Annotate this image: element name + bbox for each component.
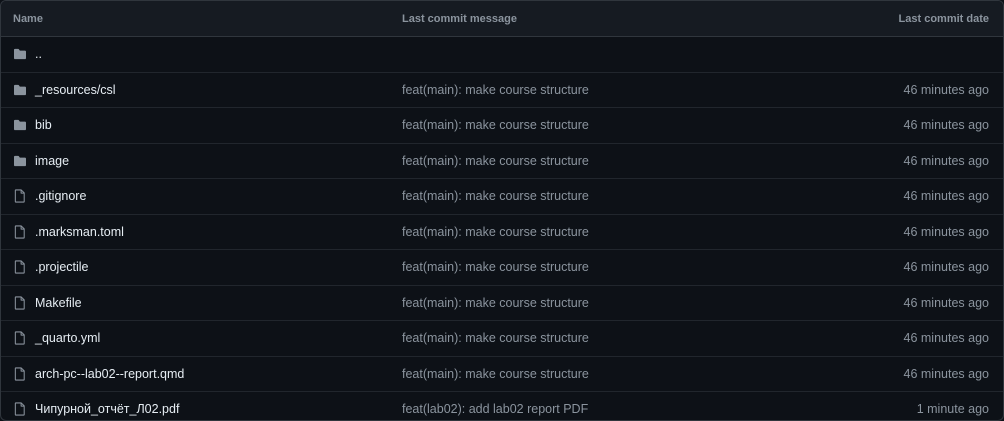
file-icon (13, 402, 27, 416)
table-row[interactable]: _quarto.yml feat(main): make course stru… (1, 321, 1003, 357)
commit-message-link[interactable]: feat(main): make course structure (402, 189, 803, 203)
table-row[interactable]: image feat(main): make course structure … (1, 144, 1003, 179)
commit-date: 46 minutes ago (903, 295, 989, 310)
file-name-link[interactable]: arch-pc--lab02--report.qmd (35, 367, 184, 381)
folder-icon (13, 83, 27, 97)
commit-message-link[interactable]: feat(main): make course structure (402, 296, 803, 310)
table-row[interactable]: Makefile feat(main): make course structu… (1, 286, 1003, 321)
file-name-link[interactable]: _resources/csl (35, 83, 116, 97)
commit-message-link[interactable]: feat(main): make course structure (402, 83, 803, 97)
commit-date: 46 minutes ago (903, 260, 989, 275)
table-row[interactable]: arch-pc--lab02--report.qmd feat(main): m… (1, 357, 1003, 392)
file-name-link[interactable]: bib (35, 118, 52, 132)
header-commit-message: Last commit message (402, 12, 517, 25)
commit-date: 46 minutes ago (903, 366, 989, 381)
file-list-table: Name Last commit message Last commit dat… (0, 0, 1004, 421)
commit-date: 46 minutes ago (903, 82, 989, 97)
file-name-link[interactable]: .projectile (35, 260, 89, 274)
folder-icon (13, 118, 27, 132)
file-name-link[interactable]: Чипурной_отчёт_Л02.pdf (35, 402, 179, 416)
table-row[interactable]: .gitignore feat(main): make course struc… (1, 179, 1003, 215)
table-row[interactable]: .projectile feat(main): make course stru… (1, 250, 1003, 286)
table-row[interactable]: .. (1, 37, 1003, 73)
file-icon (13, 296, 27, 310)
commit-message-link[interactable]: feat(main): make course structure (402, 367, 803, 381)
commit-date: 46 minutes ago (903, 118, 989, 133)
file-name-link[interactable]: .marksman.toml (35, 225, 124, 239)
file-name-link[interactable]: Makefile (35, 296, 82, 310)
file-name-link[interactable]: image (35, 154, 69, 168)
commit-date: 46 minutes ago (903, 224, 989, 239)
commit-date: 46 minutes ago (903, 189, 989, 204)
commit-message-link[interactable]: feat(main): make course structure (402, 225, 803, 239)
file-name-link[interactable]: _quarto.yml (35, 331, 100, 345)
file-icon (13, 260, 27, 274)
table-row[interactable]: _resources/csl feat(main): make course s… (1, 73, 1003, 108)
commit-message-link[interactable]: feat(main): make course structure (402, 331, 803, 345)
commit-message-link[interactable]: feat(lab02): add lab02 report PDF (402, 402, 803, 416)
commit-message-link[interactable]: feat(main): make course structure (402, 154, 803, 168)
table-row[interactable]: .marksman.toml feat(main): make course s… (1, 215, 1003, 250)
file-name-link[interactable]: .gitignore (35, 189, 86, 203)
header-name: Name (13, 12, 43, 25)
table-row[interactable]: bib feat(main): make course structure 46… (1, 108, 1003, 144)
folder-icon (13, 154, 27, 168)
file-name-link[interactable]: .. (35, 47, 42, 61)
table-row[interactable]: Чипурной_отчёт_Л02.pdf feat(lab02): add … (1, 392, 1003, 420)
file-icon (13, 189, 27, 203)
file-icon (13, 367, 27, 381)
commit-message-link[interactable]: feat(main): make course structure (402, 118, 803, 132)
file-icon (13, 331, 27, 345)
commit-message-link[interactable]: feat(main): make course structure (402, 260, 803, 274)
folder-icon (13, 47, 27, 61)
file-icon (13, 225, 27, 239)
commit-date: 46 minutes ago (903, 153, 989, 168)
table-header: Name Last commit message Last commit dat… (1, 1, 1003, 37)
header-commit-date: Last commit date (898, 12, 989, 25)
commit-date: 46 minutes ago (903, 331, 989, 346)
table-body: .. _resources/csl feat(main): make cours… (1, 37, 1003, 420)
commit-date: 1 minute ago (916, 402, 989, 417)
